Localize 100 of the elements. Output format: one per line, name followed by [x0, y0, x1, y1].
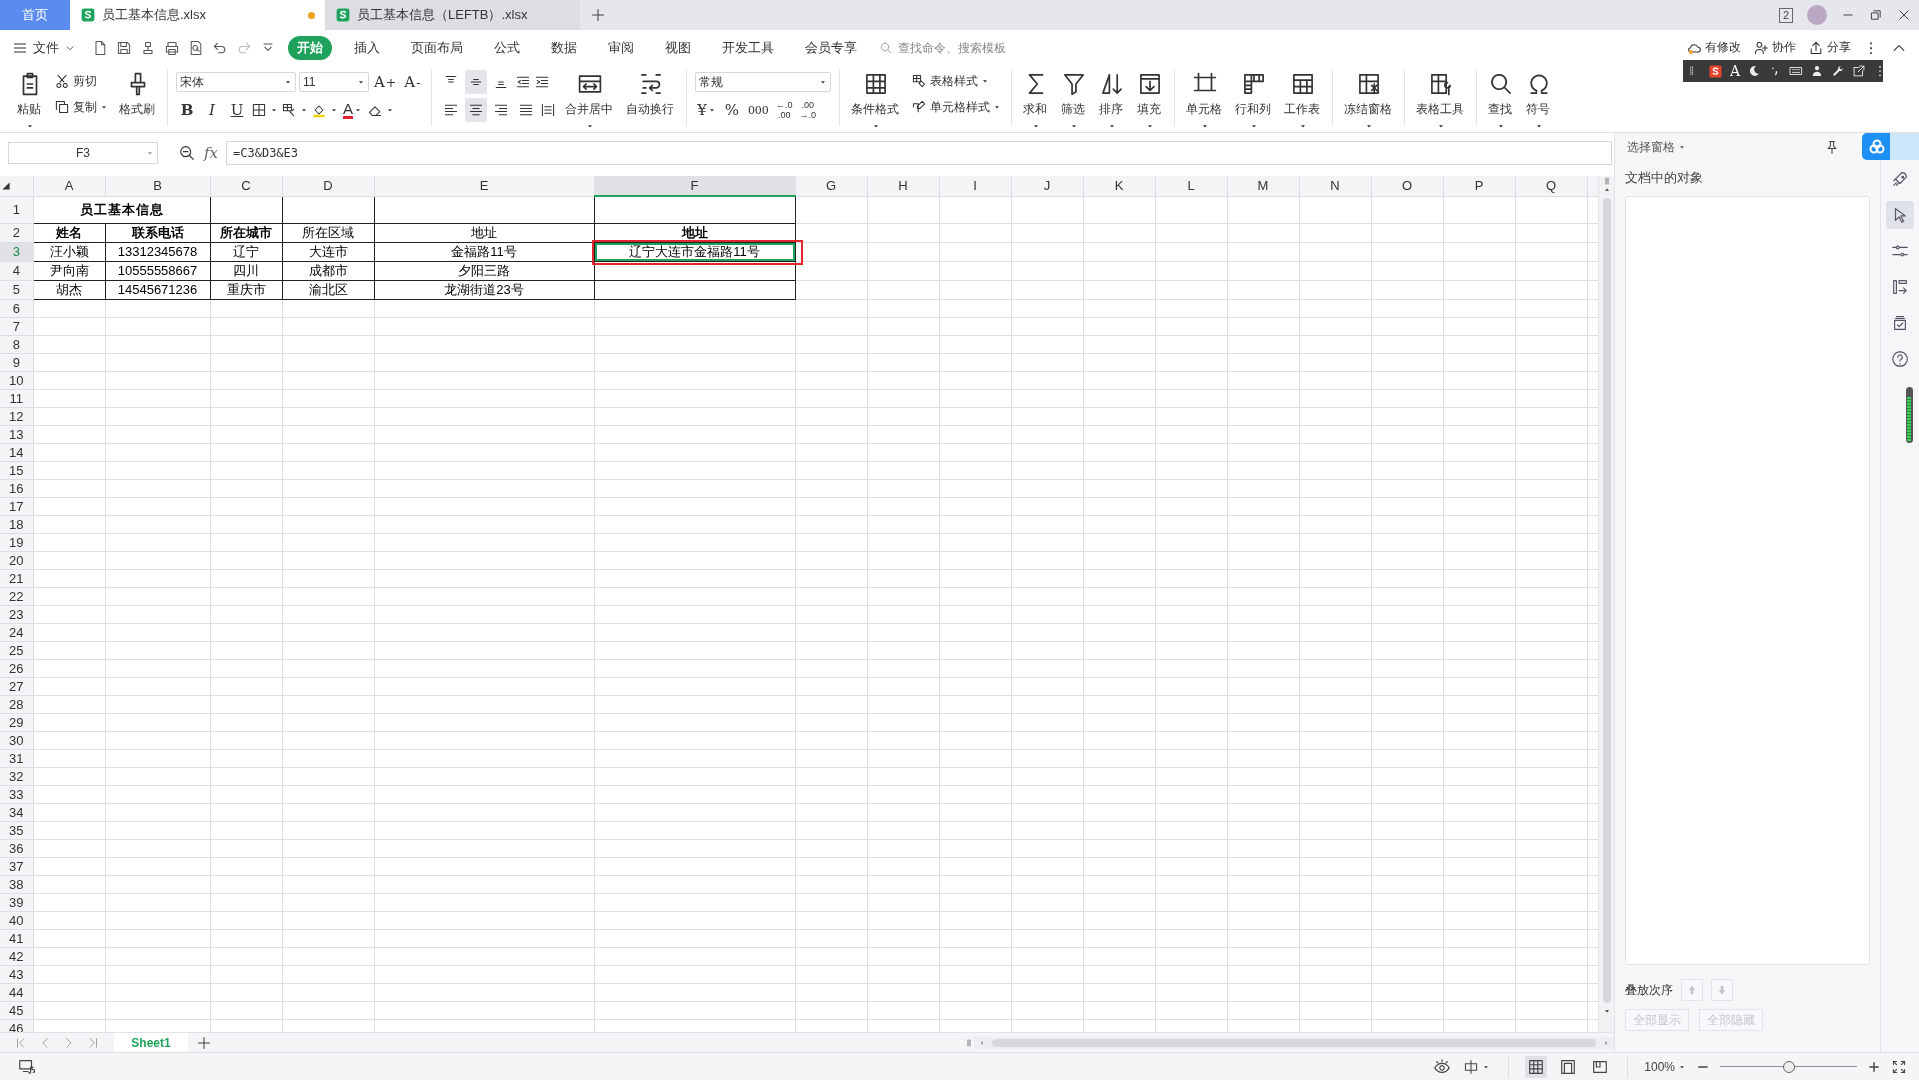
vertical-scrollbar[interactable]: [1598, 176, 1614, 1032]
file-menu-button[interactable]: 文件: [12, 38, 76, 57]
paste-button[interactable]: 粘贴: [14, 69, 46, 132]
keyboard-icon[interactable]: [1789, 64, 1804, 78]
formula-field[interactable]: =C3&D3&E3: [226, 140, 1612, 165]
font-color-button[interactable]: A: [341, 98, 364, 122]
new-tab-icon[interactable]: [590, 7, 606, 23]
menu-tab[interactable]: 视图: [656, 35, 700, 60]
align-left-icon[interactable]: [443, 102, 460, 118]
wrap-text-button[interactable]: 自动换行: [623, 69, 679, 120]
slider-thumb[interactable]: [1782, 1060, 1795, 1073]
page-break-view-icon[interactable]: [1559, 1057, 1578, 1076]
share-button[interactable]: 分享: [1808, 39, 1851, 56]
italic-button[interactable]: I: [201, 98, 223, 122]
save-icon[interactable]: [116, 39, 132, 56]
underline-button[interactable]: U: [226, 98, 248, 122]
split-handle-icon[interactable]: [964, 1038, 974, 1048]
format-painter-button[interactable]: 格式刷: [116, 69, 159, 120]
restore-icon[interactable]: [1869, 8, 1883, 22]
menu-tab[interactable]: 审阅: [599, 35, 643, 60]
normal-view-icon[interactable]: [1527, 1057, 1546, 1076]
table-tools-button[interactable]: 表格工具: [1413, 69, 1469, 132]
cell-style-button[interactable]: 单元格样式: [909, 95, 1004, 119]
select-all-icon[interactable]: [0, 179, 12, 192]
column-header[interactable]: G: [795, 176, 867, 196]
column-header[interactable]: Q: [1515, 176, 1587, 196]
align-right-icon[interactable]: [493, 102, 510, 118]
document-tab[interactable]: 员工基本信息（LEFTB）.xlsx: [325, 0, 580, 30]
font-name-dropdown[interactable]: 宋体: [176, 72, 296, 92]
cut-button[interactable]: 剪切: [52, 69, 110, 93]
pin-icon[interactable]: [1824, 139, 1840, 155]
sync-status-button[interactable]: 有修改: [1686, 39, 1741, 56]
column-header[interactable]: P: [1443, 176, 1515, 196]
column-header[interactable]: D: [282, 176, 374, 196]
column-header[interactable]: N: [1299, 176, 1371, 196]
column-header[interactable]: C: [210, 176, 282, 196]
find-button[interactable]: 查找: [1485, 69, 1518, 132]
macro-icon[interactable]: [18, 1057, 36, 1076]
stamp-icon[interactable]: [140, 39, 156, 56]
pane-title-dropdown[interactable]: 选择窗格: [1625, 135, 1688, 159]
cell-button[interactable]: 单元格: [1183, 69, 1227, 132]
function-button[interactable]: fx: [204, 143, 218, 162]
copy-button[interactable]: 复制: [52, 95, 110, 119]
fill-button[interactable]: 填充: [1134, 69, 1167, 132]
worksheet-button[interactable]: 工作表: [1281, 69, 1325, 132]
eye-icon[interactable]: [1433, 1057, 1452, 1076]
conditional-format-button[interactable]: 条件格式: [848, 69, 904, 132]
sort-button[interactable]: 排序: [1096, 69, 1129, 132]
column-header[interactable]: L: [1155, 176, 1227, 196]
horizontal-scrollbar[interactable]: [974, 1037, 1614, 1049]
new-file-icon[interactable]: [92, 39, 108, 56]
scroll-up-icon[interactable]: [1602, 186, 1611, 194]
search-field[interactable]: 查找命令、搜索模板: [896, 39, 1020, 56]
menu-tab[interactable]: 公式: [485, 35, 529, 60]
zoom-icon[interactable]: [178, 143, 196, 162]
column-header[interactable]: O: [1371, 176, 1443, 196]
add-sheet-icon[interactable]: [196, 1035, 212, 1051]
increase-decimal-button[interactable]: ←.0 .00: [773, 98, 795, 122]
symbol-button[interactable]: 符号: [1523, 69, 1556, 132]
font-size-dropdown[interactable]: 11: [299, 72, 369, 92]
fullscreen-icon[interactable]: [1891, 1058, 1907, 1075]
freeze-panes-button[interactable]: 冻结窗格: [1341, 69, 1397, 132]
menu-tab[interactable]: 页面布局: [402, 35, 472, 60]
wrench-icon[interactable]: [1831, 64, 1846, 78]
column-header[interactable]: K: [1083, 176, 1155, 196]
cloud-sync-badge[interactable]: [1862, 133, 1919, 160]
bold-button[interactable]: B: [176, 98, 198, 122]
column-header[interactable]: A: [33, 176, 105, 196]
distribute-icon[interactable]: [540, 102, 557, 118]
column-header[interactable]: B: [105, 176, 210, 196]
row-header[interactable]: 1: [0, 196, 33, 223]
zoom-dropdown[interactable]: 100%: [1644, 1059, 1686, 1074]
currency-button[interactable]: ¥: [695, 98, 718, 122]
filter-button[interactable]: 筛选: [1058, 69, 1091, 132]
sliders-icon[interactable]: [1891, 242, 1909, 260]
menu-tab[interactable]: 会员专享: [796, 35, 866, 60]
scroll-down-icon[interactable]: [1602, 1007, 1611, 1015]
menu-tab[interactable]: 开发工具: [713, 35, 783, 60]
rows-columns-button[interactable]: 行和列: [1232, 69, 1276, 132]
number-format-dropdown[interactable]: 常规: [695, 72, 832, 92]
align-center-icon[interactable]: [468, 102, 485, 118]
sum-button[interactable]: 求和: [1020, 69, 1053, 132]
document-tab[interactable]: 员工基本信息.xlsx: [70, 0, 325, 30]
table-style-button[interactable]: 表格样式: [909, 69, 1004, 93]
percent-button[interactable]: %: [720, 98, 743, 122]
zoom-in-icon[interactable]: [1867, 1059, 1881, 1074]
column-header[interactable]: J: [1011, 176, 1083, 196]
checklist-icon[interactable]: [1891, 314, 1909, 332]
thousands-button[interactable]: 000: [745, 98, 771, 122]
name-box[interactable]: F3: [8, 141, 158, 164]
decrease-indent-icon[interactable]: [515, 74, 532, 90]
collaborate-button[interactable]: 协作: [1753, 39, 1796, 56]
justify-icon[interactable]: [518, 102, 535, 118]
merge-center-button[interactable]: 合并居中: [562, 69, 618, 132]
menu-tab[interactable]: 数据: [542, 35, 586, 60]
help-icon[interactable]: [1891, 350, 1909, 368]
column-header[interactable]: F: [594, 176, 795, 196]
decrease-decimal-button[interactable]: .00 →.0: [797, 98, 818, 122]
borders-icon[interactable]: [251, 102, 267, 118]
ime-mode-label[interactable]: A: [1730, 63, 1741, 79]
